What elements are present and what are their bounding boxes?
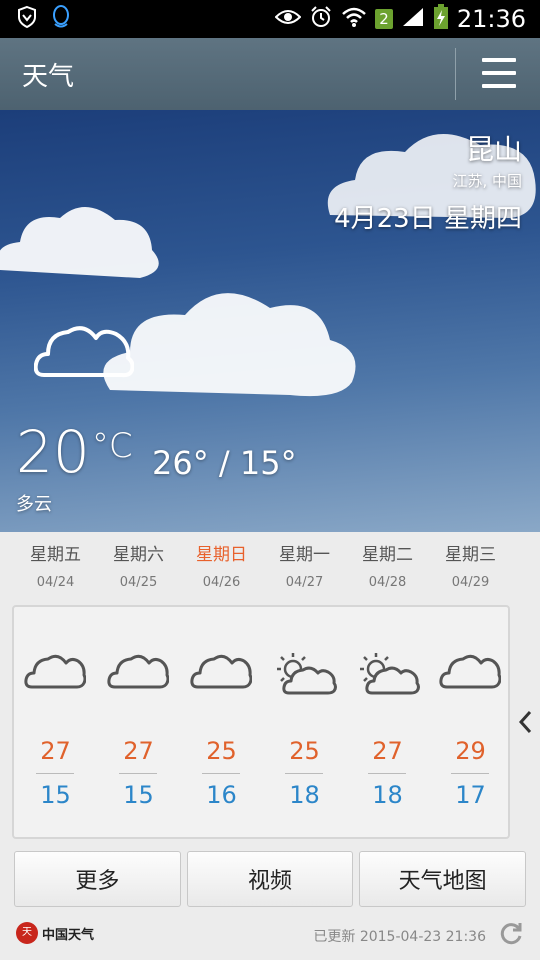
day-header: 星期五 04/24 <box>14 540 97 590</box>
weekday-label: 星期三 <box>445 545 496 565</box>
temperature-range: 26° / 15° <box>152 444 297 482</box>
divider <box>455 48 456 100</box>
divider <box>285 773 323 774</box>
high-temp: 29 <box>455 737 486 765</box>
battery-charging-icon <box>433 4 449 34</box>
status-bar: 2 21:36 <box>0 0 540 38</box>
temperature-unit: °C <box>91 426 133 466</box>
day-header: 星期二 04/28 <box>346 540 429 590</box>
low-temp: 15 <box>123 781 154 809</box>
divider <box>119 773 157 774</box>
more-button[interactable]: 更多 <box>14 851 181 907</box>
last-updated: 已更新 2015-04-23 21:36 <box>313 929 486 945</box>
chevron-left-icon[interactable] <box>518 710 532 740</box>
cloud-icon <box>190 651 253 695</box>
day-header-today: 星期日 04/26 <box>180 540 263 590</box>
high-temp: 27 <box>123 737 154 765</box>
low-temp: 16 <box>206 781 237 809</box>
partly-sunny-icon <box>273 651 339 701</box>
cloud-icon <box>24 651 87 695</box>
footer: 天 中国天气 已更新 2015-04-23 21:36 <box>0 908 540 960</box>
partly-sunny-icon <box>356 651 422 701</box>
refresh-icon[interactable] <box>498 920 524 950</box>
divider <box>36 773 74 774</box>
weekday-label: 星期六 <box>113 545 164 565</box>
day-header: 星期六 04/25 <box>97 540 180 590</box>
day-header: 星期一 04/27 <box>263 540 346 590</box>
china-weather-logo[interactable]: 天 中国天气 <box>16 922 94 944</box>
signal-icon <box>401 6 425 32</box>
alarm-icon <box>309 5 333 33</box>
high-temp: 27 <box>40 737 71 765</box>
forecast-panel[interactable]: 27 15 27 15 25 16 25 18 27 18 29 17 <box>12 605 510 839</box>
cloud-icon <box>107 651 170 695</box>
date-label: 04/24 <box>36 575 75 590</box>
divider <box>451 773 489 774</box>
eye-icon <box>274 8 302 30</box>
divider <box>368 773 406 774</box>
weather-hero: 昆山 江苏, 中国 4月23日 星期四 20 °C 26° / 15° 多云 <box>0 110 540 532</box>
weekday-label: 星期二 <box>362 545 413 565</box>
high-temp: 27 <box>372 737 403 765</box>
forecast-day-headers: 星期五 04/24 星期六 04/25 星期日 04/26 星期一 04/27 … <box>14 540 512 590</box>
day-header: 星期三 04/29 <box>429 540 512 590</box>
weekday-label: 星期五 <box>30 545 81 565</box>
qq-penguin-icon <box>50 4 72 34</box>
temperature-value: 20 <box>16 418 90 486</box>
date-label: 04/26 <box>202 575 241 590</box>
divider <box>202 773 240 774</box>
date-label: 04/27 <box>285 575 324 590</box>
current-date: 4月23日 星期四 <box>334 204 522 234</box>
date-label: 04/29 <box>451 575 490 590</box>
date-label: 04/25 <box>119 575 158 590</box>
weather-condition: 多云 <box>16 494 52 515</box>
shield-icon <box>16 5 38 33</box>
low-temp: 15 <box>40 781 71 809</box>
cloud-icon <box>33 320 135 384</box>
app-bar: 天气 <box>0 38 540 110</box>
cloud-icon <box>439 651 502 695</box>
clock: 21:36 <box>456 5 526 33</box>
city-name: 昆山 <box>465 133 522 166</box>
logo-text: 中国天气 <box>42 927 95 943</box>
weather-map-button[interactable]: 天气地图 <box>359 851 527 907</box>
low-temp: 18 <box>289 781 320 809</box>
low-temp: 18 <box>372 781 403 809</box>
weekday-label: 星期一 <box>279 545 330 565</box>
app-title: 天气 <box>22 61 75 92</box>
weekday-label: 星期日 <box>196 545 247 565</box>
region-name: 江苏, 中国 <box>452 172 522 190</box>
high-temp: 25 <box>289 737 320 765</box>
sim-badge: 2 <box>375 9 393 29</box>
high-temp: 25 <box>206 737 237 765</box>
hamburger-menu-icon[interactable] <box>482 58 516 90</box>
logo-mark-icon: 天 <box>16 922 38 944</box>
date-label: 04/28 <box>368 575 407 590</box>
video-button[interactable]: 视频 <box>186 851 354 907</box>
wifi-icon <box>341 6 367 32</box>
low-temp: 17 <box>455 781 486 809</box>
action-buttons: 更多 视频 天气地图 <box>14 851 527 907</box>
current-temperature: 20 °C <box>16 418 133 486</box>
